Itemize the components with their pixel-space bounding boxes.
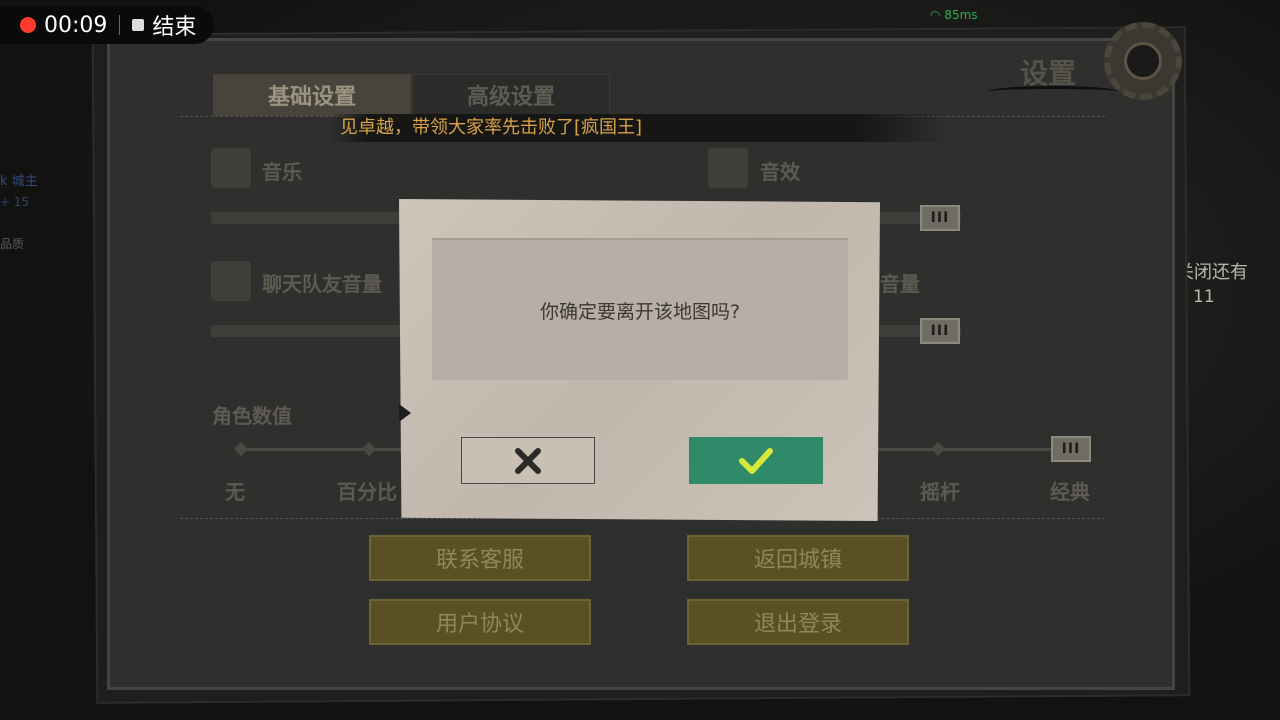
close-timer-value: 11: [1193, 287, 1215, 307]
title-decoration: [988, 86, 1118, 97]
user-agreement-button[interactable]: 用户协议: [369, 599, 591, 645]
end-recording-button[interactable]: 结束: [152, 9, 196, 41]
chat-voice-checkbox[interactable]: [211, 261, 251, 301]
contact-service-button[interactable]: 联系客服: [369, 535, 591, 581]
music-label: 音乐: [262, 160, 302, 184]
tab-advanced-settings[interactable]: 高级设置: [412, 74, 610, 116]
background-side-text: 品质: [0, 237, 25, 251]
role-option-classic[interactable]: 经典: [1050, 476, 1090, 505]
tab-basic-settings[interactable]: 基础设置: [213, 74, 411, 116]
role-value-label: 角色数值: [212, 404, 292, 428]
wifi-signal-indicator: ◠ 85ms: [930, 8, 978, 22]
dialog-pointer: [399, 404, 411, 422]
record-dot-icon: [20, 17, 36, 33]
role-option-percent[interactable]: 百分比: [337, 476, 397, 505]
stop-icon[interactable]: [132, 19, 145, 31]
separator: [119, 15, 121, 35]
sfx-label: 音效: [760, 160, 800, 184]
role-option-none[interactable]: 无: [225, 476, 245, 505]
role-value-handle[interactable]: III: [1051, 436, 1091, 462]
recording-time: 00:09: [44, 12, 108, 38]
latency-text: 85ms: [944, 8, 978, 22]
volume-slider-handle[interactable]: III: [920, 205, 960, 231]
check-icon: [739, 447, 773, 474]
background-side-text: k 城主: [0, 174, 38, 189]
announcement-marquee: 见卓越，带领大家率先击败了[疯国王]: [330, 114, 950, 142]
music-checkbox[interactable]: [211, 148, 251, 188]
wifi-icon: ◠: [930, 8, 941, 22]
chat-voice-label: 聊天队友音量: [262, 272, 382, 296]
sfx-checkbox[interactable]: [708, 148, 748, 188]
gear-icon: [1104, 22, 1182, 100]
close-icon: [515, 447, 541, 474]
screen-recording-badge: 00:09 结束: [0, 6, 214, 44]
voice-volume-label: 音量: [880, 272, 920, 296]
role-option-joystick[interactable]: 摇杆: [920, 476, 960, 505]
dialog-message: 你确定要离开该地图吗?: [432, 238, 848, 380]
voice-slider-handle[interactable]: III: [920, 318, 960, 344]
back-to-town-button[interactable]: 返回城镇: [687, 535, 909, 581]
confirm-button[interactable]: [689, 437, 823, 484]
background-side-text: + 15: [0, 195, 30, 209]
cancel-button[interactable]: [461, 437, 595, 484]
logout-button[interactable]: 退出登录: [687, 599, 909, 645]
